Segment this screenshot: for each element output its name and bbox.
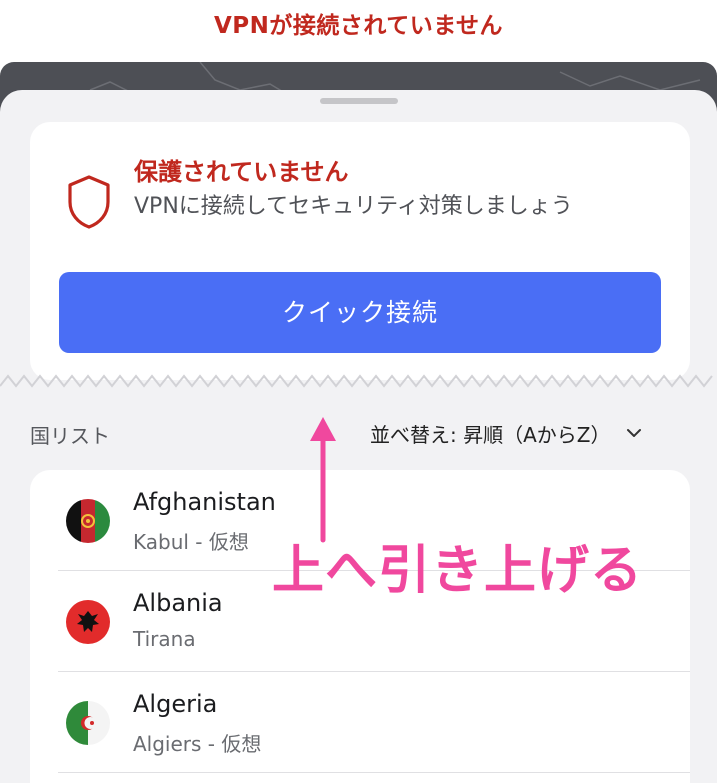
arrow-up-icon [310,417,336,543]
country-name: Albania [133,589,223,617]
vpn-status-title: VPNが接続されていません [213,13,504,39]
chevron-down-icon [627,429,642,437]
protection-description: VPNに接続してセキュリティ対策しましょう [134,194,573,219]
protection-title: 保護されていません [134,158,349,186]
country-name: Afghanistan [133,488,276,516]
country-row-algeria[interactable]: Algeria Algiers - 仮想 [30,672,690,772]
country-city: Kabul - 仮想 [133,530,249,554]
country-name: Algeria [133,690,218,718]
country-list-label: 国リスト [30,424,110,448]
shield-icon [68,175,110,229]
row-divider [58,772,690,773]
country-city: Tirana [133,627,196,651]
bottom-sheet[interactable]: 保護されていません VPNに接続してセキュリティ対策しましょう クイック接続 国… [0,90,717,783]
sheet-grabber-handle[interactable] [320,98,398,104]
albania-flag-icon [66,600,110,644]
country-city: Algiers - 仮想 [133,732,262,756]
swipe-up-annotation: 上へ引き上げる [272,541,644,601]
quick-connect-button[interactable]: クイック接続 [59,272,661,353]
zigzag-divider [0,374,713,388]
sort-dropdown[interactable]: 並べ替え: 昇順（AからZ） [370,418,642,448]
algeria-flag-icon [66,701,110,745]
sort-dropdown-label: 並べ替え: 昇順（AからZ） [370,422,611,447]
protection-status-card: 保護されていません VPNに接続してセキュリティ対策しましょう クイック接続 [30,122,690,380]
country-list: Afghanistan Kabul - 仮想 Albania Tirana Al… [30,470,690,783]
afghanistan-flag-icon [66,499,110,543]
